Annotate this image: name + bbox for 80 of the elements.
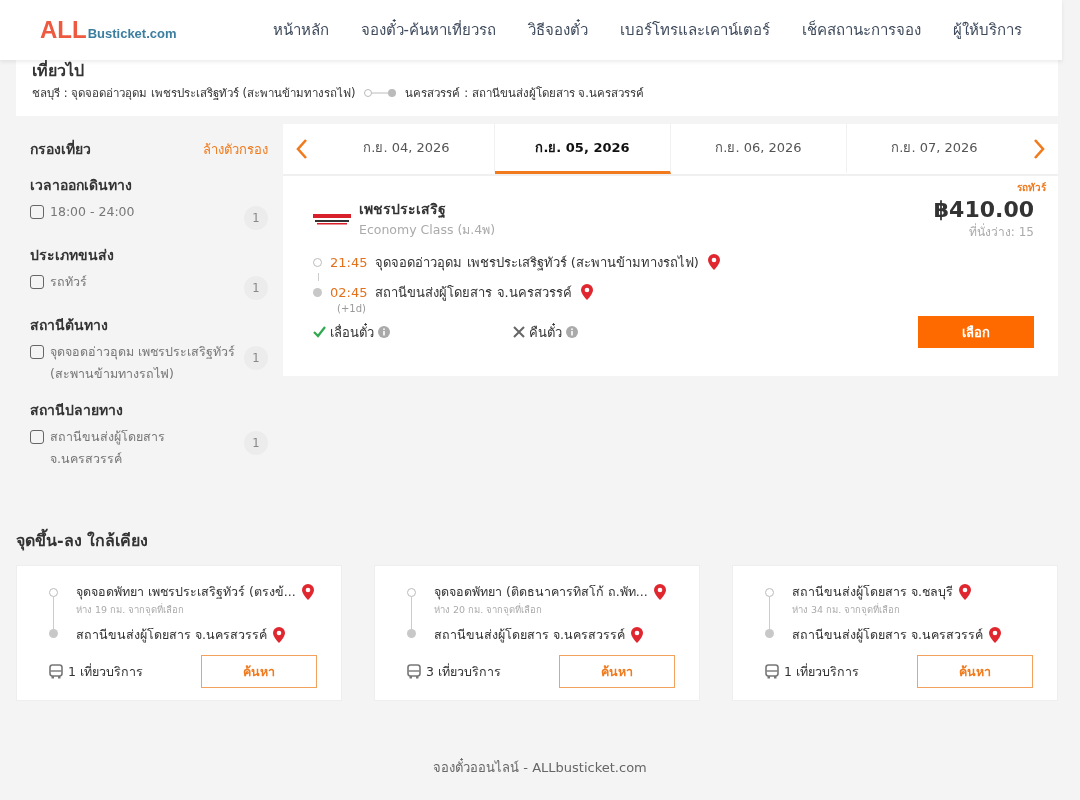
stop-name: จุดจอดพัทยา เพชรประเสริฐทัวร์ (ตรงข้... bbox=[76, 583, 296, 602]
bus-class: Economy Class (ม.4พ) bbox=[359, 221, 496, 239]
select-button[interactable]: เลือก bbox=[918, 316, 1034, 348]
nav-link[interactable]: จองตั๋ว-ค้นหาเที่ยวรถ bbox=[360, 18, 496, 42]
bus-icon bbox=[765, 664, 779, 679]
destination-text: นครสวรรค์ : สถานีขนส่งผู้โดยสาร จ.นครสวรรค์ bbox=[405, 85, 644, 102]
count-badge: 1 bbox=[244, 206, 268, 230]
next-day-note: (+1d) bbox=[337, 303, 367, 314]
bus-icon bbox=[49, 664, 63, 679]
filter-title: กรองเที่ยว bbox=[30, 138, 91, 159]
map-pin-icon[interactable] bbox=[271, 626, 286, 644]
filter-group-title: ประเภทขนส่ง bbox=[30, 246, 115, 265]
seats-available: ที่นั่งว่าง: 15 bbox=[967, 222, 1034, 241]
stop-name: สถานีขนส่งผู้โดยสาร จ.นครสวรรค์ bbox=[76, 626, 267, 645]
timeline-dot bbox=[407, 588, 416, 597]
nav-link[interactable]: ผู้ให้บริการ bbox=[953, 18, 1022, 42]
checkbox[interactable] bbox=[30, 205, 44, 219]
trip-direction-title: เที่ยวไป bbox=[32, 60, 85, 82]
timeline-dot bbox=[313, 287, 322, 297]
count-badge: 1 bbox=[244, 346, 268, 370]
stop-name: สถานีขนส่งผู้โดยสาร จ.ชลบุรี bbox=[792, 583, 953, 602]
map-pin-icon[interactable] bbox=[957, 583, 972, 601]
trip-count: 1 เที่ยวบริการ bbox=[784, 662, 859, 681]
arrival-place: สถานีขนส่งผู้โดยสาร จ.นครสวรรค์ bbox=[375, 283, 572, 303]
checkbox[interactable] bbox=[30, 275, 44, 289]
filter-option-label[interactable]: 18:00 - 24:00 bbox=[50, 201, 238, 223]
logo-text[interactable]: Busticket.com bbox=[87, 26, 177, 41]
arrival-time: 02:45 bbox=[330, 284, 368, 300]
nav-link[interactable]: เบอร์โทรและเคาน์เตอร์ bbox=[620, 18, 770, 42]
distance-text: ห่าง 20 กม. จากจุดที่เลือก bbox=[434, 602, 544, 617]
nav-link[interactable]: เช็คสถานะการจอง bbox=[802, 18, 921, 42]
count-badge: 1 bbox=[244, 276, 268, 300]
origin-text: ชลบุรี : จุดจอดอ่าวอุดม เพชรประเสริฐทัวร์ (สะพานข้ามทางรถไฟ) bbox=[32, 85, 356, 102]
route-line-icon bbox=[363, 88, 398, 98]
distance-text: ห่าง 34 กม. จากจุดที่เลือก bbox=[792, 602, 902, 617]
filter-group-title: สถานีปลายทาง bbox=[30, 401, 124, 420]
stop-name: สถานีขนส่งผู้โดยสาร จ.นครสวรรค์ bbox=[792, 626, 983, 645]
logo-text[interactable]: ALL bbox=[40, 16, 87, 44]
departure-time: 21:45 bbox=[330, 254, 368, 270]
search-button[interactable]: ค้นหา bbox=[201, 655, 317, 688]
timeline-dot bbox=[49, 588, 58, 597]
vehicle-type-label: รถทัวร์ bbox=[1017, 181, 1046, 195]
date-tab[interactable]: ก.ย. 07, 2026 bbox=[847, 124, 1022, 174]
clear-filters-link[interactable]: ล้างตัวกรอง bbox=[203, 138, 268, 160]
section-title: จุดขึ้น-ลง ใกล้เคียง bbox=[16, 528, 1058, 553]
count-badge: 1 bbox=[244, 431, 268, 455]
bus-icon bbox=[407, 664, 421, 679]
nav-link[interactable]: วิธีจองตั๋ว bbox=[528, 18, 588, 42]
stop-name: สถานีขนส่งผู้โดยสาร จ.นครสวรรค์ bbox=[434, 626, 625, 645]
policy-label: คืนตั๋ว bbox=[529, 322, 562, 342]
operator-name: เพชรประเสริฐ bbox=[359, 200, 447, 220]
date-tab[interactable]: ก.ย. 04, 2026 bbox=[319, 124, 495, 174]
map-pin-icon[interactable] bbox=[706, 253, 721, 271]
trip-count: 3 เที่ยวบริการ bbox=[426, 662, 501, 681]
policy-label: เลื่อนตั๋ว bbox=[330, 322, 374, 342]
map-pin-icon[interactable] bbox=[652, 583, 667, 601]
filter-option-label[interactable]: จุดจอดอ่าวอุดม เพชรประเสริฐทัวร์ (สะพานข้ามทางรถไฟ) bbox=[50, 341, 238, 385]
map-pin-icon[interactable] bbox=[987, 626, 1002, 644]
operator-logo-icon bbox=[313, 213, 351, 225]
map-pin-icon[interactable] bbox=[629, 626, 644, 644]
nav-link[interactable]: หน้าหลัก bbox=[272, 18, 329, 42]
timeline-dot bbox=[765, 588, 774, 597]
price: ฿410.00 bbox=[933, 197, 1034, 222]
checkbox[interactable] bbox=[30, 430, 44, 444]
timeline-dot bbox=[313, 257, 322, 267]
date-tab[interactable]: ก.ย. 06, 2026 bbox=[671, 124, 847, 174]
departure-place: จุดจอดอ่าวอุดม เพชรประเสริฐทัวร์ (สะพานข้ามทางรถไฟ) bbox=[375, 253, 699, 273]
filter-option-label[interactable]: รถทัวร์ bbox=[50, 271, 238, 293]
map-pin-icon[interactable] bbox=[300, 583, 315, 601]
stop-name: จุดจอดพัทยา (ติดธนาคารทิสโก้ ถ.พัท... bbox=[434, 583, 648, 602]
checkbox[interactable] bbox=[30, 345, 44, 359]
filter-group-title: สถานีต้นทาง bbox=[30, 316, 109, 335]
filter-group-title: เวลาออกเดินทาง bbox=[30, 176, 133, 195]
trip-count: 1 เที่ยวบริการ bbox=[68, 662, 143, 681]
distance-text: ห่าง 19 กม. จากจุดที่เลือก bbox=[76, 602, 186, 617]
search-button[interactable]: ค้นหา bbox=[917, 655, 1033, 688]
map-pin-icon[interactable] bbox=[579, 283, 594, 301]
filter-option-label[interactable]: สถานีขนส่งผู้โดยสาร จ.นครสวรรค์ bbox=[50, 426, 238, 470]
search-button[interactable]: ค้นหา bbox=[559, 655, 675, 688]
footer-text: จองตั๋วออนไลน์ - ALLbusticket.com bbox=[433, 760, 647, 775]
